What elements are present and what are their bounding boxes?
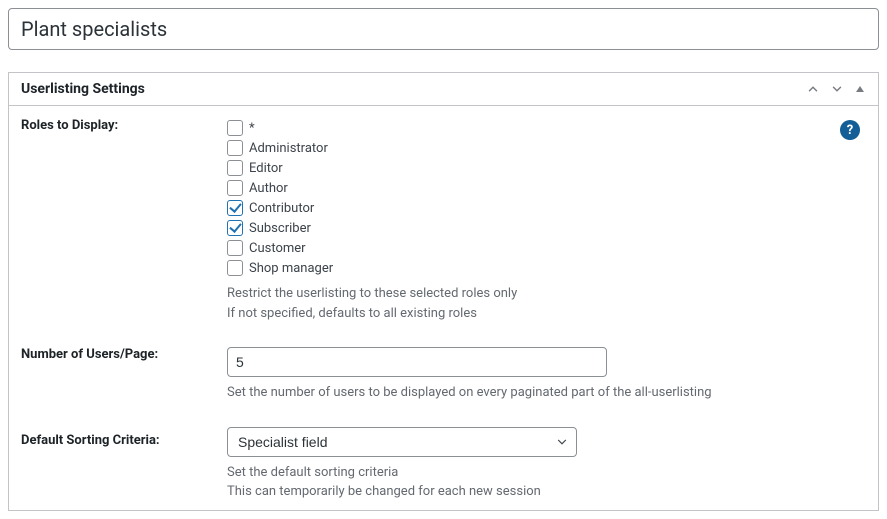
role-label[interactable]: * bbox=[249, 121, 255, 136]
panel-body: ? Roles to Display: * Administrator Edit… bbox=[9, 106, 878, 502]
role-item: * bbox=[227, 118, 866, 138]
role-checkbox-administrator[interactable] bbox=[227, 140, 243, 156]
per-page-content: Set the number of users to be displayed … bbox=[227, 347, 866, 403]
role-checkbox-author[interactable] bbox=[227, 180, 243, 196]
panel-header-icons bbox=[806, 82, 866, 96]
settings-panel: Userlisting Settings ? Roles to Display:… bbox=[8, 72, 879, 511]
roles-content: * Administrator Editor Author Contributo… bbox=[227, 118, 866, 323]
sorting-row: Default Sorting Criteria: Specialist fie… bbox=[21, 427, 866, 502]
role-label[interactable]: Subscriber bbox=[249, 221, 311, 236]
panel-header: Userlisting Settings bbox=[9, 73, 878, 106]
role-label[interactable]: Shop manager bbox=[249, 261, 333, 276]
role-item: Author bbox=[227, 178, 866, 198]
help-icon[interactable]: ? bbox=[840, 120, 860, 140]
sorting-content: Specialist field Set the default sorting… bbox=[227, 427, 866, 502]
role-label[interactable]: Author bbox=[249, 181, 288, 196]
sorting-select-wrap: Specialist field bbox=[227, 427, 577, 457]
role-checkbox-customer[interactable] bbox=[227, 240, 243, 256]
role-label[interactable]: Editor bbox=[249, 161, 283, 176]
role-item: Editor bbox=[227, 158, 866, 178]
role-item: Administrator bbox=[227, 138, 866, 158]
chevron-down-icon[interactable] bbox=[830, 82, 844, 96]
sorting-label: Default Sorting Criteria: bbox=[21, 427, 227, 448]
role-item: Contributor bbox=[227, 198, 866, 218]
role-checkbox-contributor[interactable] bbox=[227, 200, 243, 216]
per-page-hint: Set the number of users to be displayed … bbox=[227, 383, 866, 403]
panel-title: Userlisting Settings bbox=[21, 81, 806, 97]
per-page-label: Number of Users/Page: bbox=[21, 347, 227, 362]
sorting-select[interactable]: Specialist field bbox=[227, 427, 577, 457]
collapse-triangle-icon[interactable] bbox=[854, 83, 866, 95]
role-checkbox-subscriber[interactable] bbox=[227, 220, 243, 236]
role-item: Shop manager bbox=[227, 258, 866, 278]
page-title: Plant specialists bbox=[21, 17, 167, 41]
per-page-input[interactable] bbox=[227, 347, 607, 377]
role-checkbox-editor[interactable] bbox=[227, 160, 243, 176]
roles-hint: Restrict the userlisting to these select… bbox=[227, 284, 866, 323]
roles-label: Roles to Display: bbox=[21, 118, 227, 133]
roles-hint-line2: If not specified, defaults to all existi… bbox=[227, 306, 477, 321]
role-checkbox-all[interactable] bbox=[227, 120, 243, 136]
per-page-row: Number of Users/Page: Set the number of … bbox=[21, 347, 866, 403]
title-box: Plant specialists bbox=[8, 8, 879, 50]
sorting-hint-line2: This can temporarily be changed for each… bbox=[227, 484, 541, 499]
role-label[interactable]: Administrator bbox=[249, 141, 328, 156]
role-item: Subscriber bbox=[227, 218, 866, 238]
role-label[interactable]: Contributor bbox=[249, 201, 314, 216]
sorting-hint: Set the default sorting criteria This ca… bbox=[227, 463, 866, 502]
role-checkbox-shop-manager[interactable] bbox=[227, 260, 243, 276]
sorting-hint-line1: Set the default sorting criteria bbox=[227, 465, 398, 480]
chevron-up-icon[interactable] bbox=[806, 82, 820, 96]
role-label[interactable]: Customer bbox=[249, 241, 306, 256]
roles-hint-line1: Restrict the userlisting to these select… bbox=[227, 286, 517, 301]
roles-row: Roles to Display: * Administrator Editor… bbox=[21, 118, 866, 323]
role-item: Customer bbox=[227, 238, 866, 258]
